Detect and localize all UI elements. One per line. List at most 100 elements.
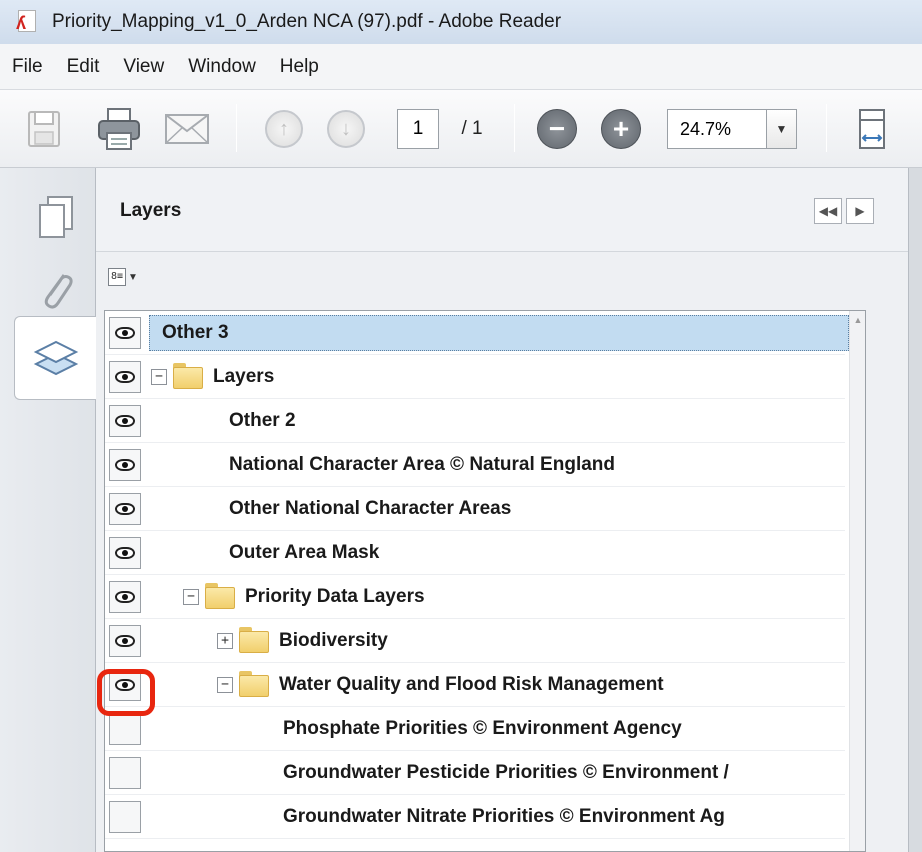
fit-page-button[interactable]: [852, 90, 892, 168]
layer-label: Other 2: [229, 410, 296, 431]
visibility-toggle[interactable]: [109, 625, 141, 657]
eye-icon: [115, 327, 135, 339]
visibility-toggle[interactable]: [109, 317, 141, 349]
vertical-scrollbar[interactable]: ▲: [849, 311, 865, 851]
collapse-icon[interactable]: −: [217, 677, 233, 693]
next-page-icon: ↓: [327, 110, 365, 148]
layers-tree: Other 3 − Layers Other 2 National Charac…: [104, 310, 866, 852]
page-number-field[interactable]: 1: [396, 90, 440, 168]
eye-icon: [115, 679, 135, 691]
collapse-icon[interactable]: −: [151, 369, 167, 385]
document-pane-edge: [908, 168, 922, 852]
menu-window[interactable]: Window: [176, 56, 268, 78]
menu-file[interactable]: File: [0, 56, 55, 78]
visibility-toggle[interactable]: [109, 669, 141, 701]
layer-label: Layers: [213, 366, 275, 387]
layer-label: Biodiversity: [279, 630, 388, 651]
visibility-toggle[interactable]: [109, 493, 141, 525]
visibility-toggle[interactable]: [109, 581, 141, 613]
email-button[interactable]: [160, 90, 214, 168]
layer-label: Other 3: [162, 322, 229, 343]
fit-page-icon: [859, 109, 885, 149]
panel-title: Layers: [120, 200, 182, 221]
visibility-toggle[interactable]: [109, 713, 141, 745]
email-icon: [165, 114, 209, 144]
layer-label: Phosphate Priorities © Environment Agenc…: [283, 718, 682, 739]
visibility-toggle[interactable]: [109, 801, 141, 833]
zoom-in-button[interactable]: +: [598, 90, 644, 168]
panel-header: Layers ◀◀ ▶: [96, 168, 908, 252]
collapse-panel-icon[interactable]: ◀◀: [814, 198, 842, 224]
options-list-icon: 8≡: [108, 268, 126, 286]
visibility-toggle[interactable]: [109, 405, 141, 437]
eye-icon: [115, 503, 135, 515]
pages-tab[interactable]: [16, 188, 96, 248]
layer-label: Groundwater Pesticide Priorities © Envir…: [283, 762, 729, 783]
previous-page-icon: ↑: [265, 110, 303, 148]
layers-options-button[interactable]: 8≡ ▼: [108, 264, 144, 290]
layer-row[interactable]: + Biodiversity: [105, 619, 845, 663]
next-page-button[interactable]: ↓: [324, 90, 368, 168]
zoom-in-icon: +: [601, 109, 641, 149]
layers-panel: Layers ◀◀ ▶ 8≡ ▼ Other 3 − Layers Other …: [96, 168, 908, 852]
eye-icon: [115, 415, 135, 427]
layer-row[interactable]: − Water Quality and Flood Risk Managemen…: [105, 663, 845, 707]
toolbar-separator: [826, 104, 827, 152]
layer-label: Priority Data Layers: [245, 586, 425, 607]
layer-row[interactable]: Outer Area Mask: [105, 531, 845, 575]
save-button[interactable]: [22, 90, 66, 168]
eye-icon: [115, 547, 135, 559]
layer-label: Other National Character Areas: [229, 498, 512, 519]
attachments-tab[interactable]: [16, 260, 96, 320]
page-total-label: / 1: [448, 90, 496, 168]
visibility-toggle[interactable]: [109, 449, 141, 481]
menu-view[interactable]: View: [111, 56, 176, 78]
scroll-up-icon[interactable]: ▲: [850, 315, 865, 329]
pages-icon: [39, 196, 73, 238]
visibility-toggle[interactable]: [109, 537, 141, 569]
layer-row[interactable]: National Character Area © Natural Englan…: [105, 443, 845, 487]
visibility-toggle[interactable]: [109, 361, 141, 393]
layers-tab[interactable]: [14, 316, 97, 400]
zoom-value-input[interactable]: 24.7%: [667, 109, 767, 149]
eye-icon: [115, 591, 135, 603]
layer-label: Outer Area Mask: [229, 542, 380, 563]
layer-row[interactable]: Groundwater Pesticide Priorities © Envir…: [105, 751, 845, 795]
collapse-icon[interactable]: −: [183, 589, 199, 605]
layer-row[interactable]: − Priority Data Layers: [105, 575, 845, 619]
menu-help[interactable]: Help: [268, 56, 331, 78]
visibility-toggle[interactable]: [109, 757, 141, 789]
page-number-input[interactable]: 1: [397, 109, 439, 149]
navigation-pane-strip: [0, 168, 97, 852]
layer-row[interactable]: − Layers: [105, 355, 845, 399]
expand-icon[interactable]: +: [217, 633, 233, 649]
adobe-reader-icon: ʎ: [16, 10, 38, 34]
zoom-out-button[interactable]: −: [534, 90, 580, 168]
print-icon: [98, 108, 140, 150]
layer-row[interactable]: Other 3: [105, 311, 849, 355]
zoom-out-icon: −: [537, 109, 577, 149]
chevron-down-icon[interactable]: ▼: [767, 109, 797, 149]
layer-label: Groundwater Nitrate Priorities © Environ…: [283, 806, 725, 827]
eye-icon: [115, 635, 135, 647]
menu-edit[interactable]: Edit: [55, 56, 112, 78]
layers-icon: [33, 340, 79, 376]
title-bar: ʎ Priority_Mapping_v1_0_Arden NCA (97).p…: [0, 0, 922, 44]
folder-icon: [173, 363, 203, 389]
eye-icon: [115, 459, 135, 471]
layer-row[interactable]: Phosphate Priorities © Environment Agenc…: [105, 707, 845, 751]
previous-page-button[interactable]: ↑: [262, 90, 306, 168]
attachments-icon: [44, 274, 73, 309]
folder-icon: [239, 671, 269, 697]
folder-icon: [205, 583, 235, 609]
layer-label: Water Quality and Flood Risk Management: [279, 674, 664, 695]
zoom-select[interactable]: 24.7% ▼: [664, 90, 800, 168]
toolbar-separator: [514, 104, 515, 152]
toolbar: ↑ ↓ 1 / 1 − + 24.7% ▼: [0, 90, 922, 168]
layer-row[interactable]: Groundwater Nitrate Priorities © Environ…: [105, 795, 845, 839]
panel-play-icon[interactable]: ▶: [846, 198, 874, 224]
layer-row[interactable]: Other National Character Areas: [105, 487, 845, 531]
print-button[interactable]: [92, 90, 146, 168]
layer-row[interactable]: Other 2: [105, 399, 845, 443]
save-icon: [28, 111, 60, 147]
